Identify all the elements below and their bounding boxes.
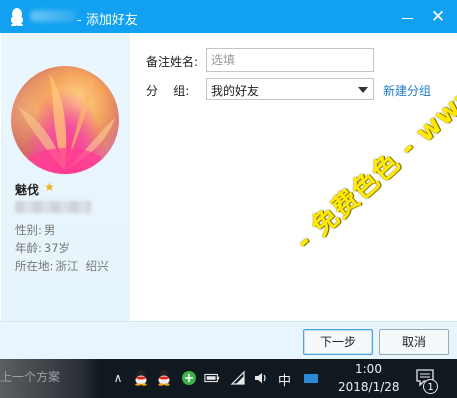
clock-date[interactable]: 2018/1/28 [338, 380, 400, 394]
background-window-text: 上一个方案 [0, 370, 61, 384]
star-icon: ★ [44, 180, 55, 194]
group-select-value: 我的好友 [211, 84, 260, 98]
title-bar: - 添加好友 ✕ [0, 0, 457, 33]
close-button[interactable]: ✕ [426, 7, 450, 27]
gender-value: 男 [43, 223, 56, 237]
remark-label: 备注姓名: [146, 55, 199, 69]
nickname: 魅伐 [15, 183, 40, 197]
watermark-text: - 免费色色 - www.MFsese.com [290, 0, 457, 257]
battery-icon[interactable] [204, 370, 220, 386]
wifi-icon[interactable] [230, 370, 246, 386]
gender-label: 性别: [15, 223, 42, 237]
age-label: 年龄: [15, 241, 42, 255]
chevron-down-icon [358, 87, 368, 93]
next-button[interactable]: 下一步 [303, 329, 373, 355]
group-select[interactable]: 我的好友 [206, 78, 374, 100]
age-value: 37岁 [43, 241, 71, 255]
watermark: - 免费色色 - www.MFsese.com [286, 0, 457, 274]
location-label: 所在地: [15, 259, 54, 273]
age-line: 年龄: 37岁 [15, 240, 70, 256]
keyboard-icon[interactable] [303, 370, 319, 386]
speaker-icon[interactable] [253, 370, 269, 386]
cancel-button[interactable]: 取消 [379, 329, 449, 355]
chevron-up-icon[interactable]: ∧ [110, 370, 126, 386]
minimize-button[interactable] [396, 8, 418, 26]
taskbar: ∧ 中 1:00 2018/1/28 1 [0, 359, 457, 398]
group-label: 分 组: [146, 84, 190, 98]
location-value: 浙江 绍兴 [55, 259, 109, 273]
gender-line: 性别: 男 [15, 222, 55, 238]
profile-panel: 魅伐 ★ 性别: 男 年龄: 37岁 所在地: 浙江 绍兴 [1, 33, 130, 321]
qq-tray-icon[interactable] [134, 369, 148, 386]
avatar [11, 66, 119, 174]
window-title: - 添加好友 [77, 13, 138, 28]
blurred-account-number [15, 201, 91, 213]
new-group-link[interactable]: 新建分组 [383, 82, 431, 99]
green-app-icon[interactable] [181, 370, 197, 386]
blurred-account-name [30, 10, 76, 22]
clock-time[interactable]: 1:00 [355, 362, 382, 376]
qq-penguin-icon [11, 8, 23, 26]
location-line: 所在地: 浙江 绍兴 [15, 258, 109, 274]
button-bar: 下一步 取消 [0, 321, 457, 359]
input-method-indicator[interactable]: 中 [278, 370, 291, 389]
notification-count-badge: 1 [423, 379, 438, 394]
remark-input[interactable] [206, 48, 374, 72]
qq-tray-icon-2[interactable] [157, 369, 171, 386]
